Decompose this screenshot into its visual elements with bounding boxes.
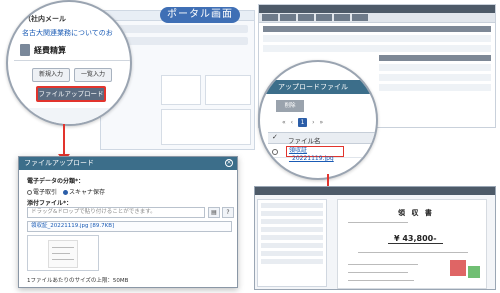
side-row [261,203,323,208]
notice-link[interactable]: 名古大関連業務についてのお [22,28,113,38]
data-type-radio-group: 電子取引 スキャナ保存 [27,187,105,196]
prev-page-icon[interactable]: « [282,119,286,126]
portal-panel [161,75,201,105]
file-upload-dialog: ファイルアップロード × 電子データの分類*： 電子取引 スキャナ保存 添付ファ… [18,156,238,288]
close-icon[interactable]: × [225,159,233,167]
side-row [261,211,323,216]
list-tabs [259,13,495,23]
composite-screenshot: ポータル画面 （社内メール 名古大関連業務についてのお 経費精算 新規入力 一覧… [0,0,500,293]
thumb-line [52,253,70,254]
size-limit-note: 1ファイルあたりのサイズの上限：50MB [27,278,129,284]
receipt-amount: ¥ 43,800- [388,234,443,244]
portal-screen-label: ポータル画面 [160,7,240,23]
divider [14,60,130,61]
receipt-line [358,252,468,253]
portal-row [107,25,248,33]
thumb-line [52,259,74,260]
tab [262,14,278,21]
file-list-zoom-circle: アップロードファイル 削除 « ‹ 1 › » ✓ ファイル名 領収証_2022… [258,60,378,180]
expense-title: 経費精算 [34,46,66,55]
thumb-line [52,247,74,248]
portal-panel [205,75,251,105]
file-name-column: ファイル名 [288,137,321,145]
receipt-thumbnail-icon [48,240,78,268]
current-page[interactable]: 1 [298,118,308,127]
radio-scan[interactable]: スキャナ保存 [63,187,105,196]
file-thumbnail [27,235,99,271]
arrow-down-icon [63,124,65,156]
data-type-label: 電子データの分類*： [27,178,85,185]
help-icon[interactable]: ? [222,207,234,218]
list-header-bar [259,5,495,13]
side-row [261,243,323,248]
receipt-title: 領 収 書 [398,209,434,217]
next-page-icon[interactable]: » [319,119,323,126]
side-row [261,227,323,232]
radio-electronic[interactable]: 電子取引 [27,187,57,196]
delete-button[interactable]: 削除 [276,100,304,112]
document-icon [20,44,30,56]
file-link[interactable]: 領収証_20221119.jpg [286,146,344,162]
drop-zone[interactable]: ドラッグ&ドロップで貼り付けることができます。 [27,207,205,218]
list-row [263,26,491,32]
viewer-header-bar [255,187,495,195]
zoom-lower-area [8,108,130,124]
file-upload-button[interactable]: ファイルアップロード [36,86,106,102]
receipt-line [348,272,408,273]
receipt-viewer: 領 収 書 ¥ 43,800- [254,186,496,290]
list-entry-button[interactable]: 一覧入力 [74,68,112,82]
receipt-line [348,264,418,265]
receipt-line [348,222,408,223]
attached-file-row[interactable]: 領収証_20221119.jpg [89.7KB] [27,221,232,232]
receipt-image: 領 収 書 ¥ 43,800- [337,199,487,289]
dialog-title: ファイルアップロード [19,157,237,170]
stamp-icon [450,260,466,276]
attachment-label: 添付ファイル*： [27,200,73,207]
browse-icon[interactable]: ▤ [208,207,220,218]
tab [334,14,350,21]
side-row [261,259,323,264]
tab [298,14,314,21]
row-select-radio[interactable] [272,149,278,155]
list-row [379,74,491,81]
next-icon[interactable]: › [312,119,314,126]
list-row [263,35,491,42]
new-entry-button[interactable]: 新規入力 [32,68,70,82]
tab [316,14,332,21]
radio-selected-icon [63,190,69,195]
tab [352,14,368,21]
radio-electronic-label: 電子取引 [33,189,58,196]
viewer-side-panel [257,199,327,287]
stamp-icon [468,266,480,278]
prev-icon[interactable]: ‹ [291,119,293,126]
list-row [379,84,491,91]
side-row [261,235,323,240]
check-icon: ✓ [272,133,278,141]
portal-zoom-circle: （社内メール 名古大関連業務についてのお 経費精算 新規入力 一覧入力 ファイル… [6,0,132,126]
uploaded-files-title: アップロードファイル [260,80,376,94]
receipt-line [348,280,414,281]
side-row [261,251,323,256]
tab [280,14,296,21]
mail-label: （社内メール [24,15,66,23]
file-table-header [268,132,376,144]
list-row [379,55,491,61]
radio-scan-label: スキャナ保存 [69,189,106,196]
side-row [261,219,323,224]
radio-icon [27,190,32,195]
list-row [379,64,491,71]
list-row [263,45,491,52]
portal-panel [161,109,251,145]
pager: « ‹ 1 › » [282,118,323,127]
